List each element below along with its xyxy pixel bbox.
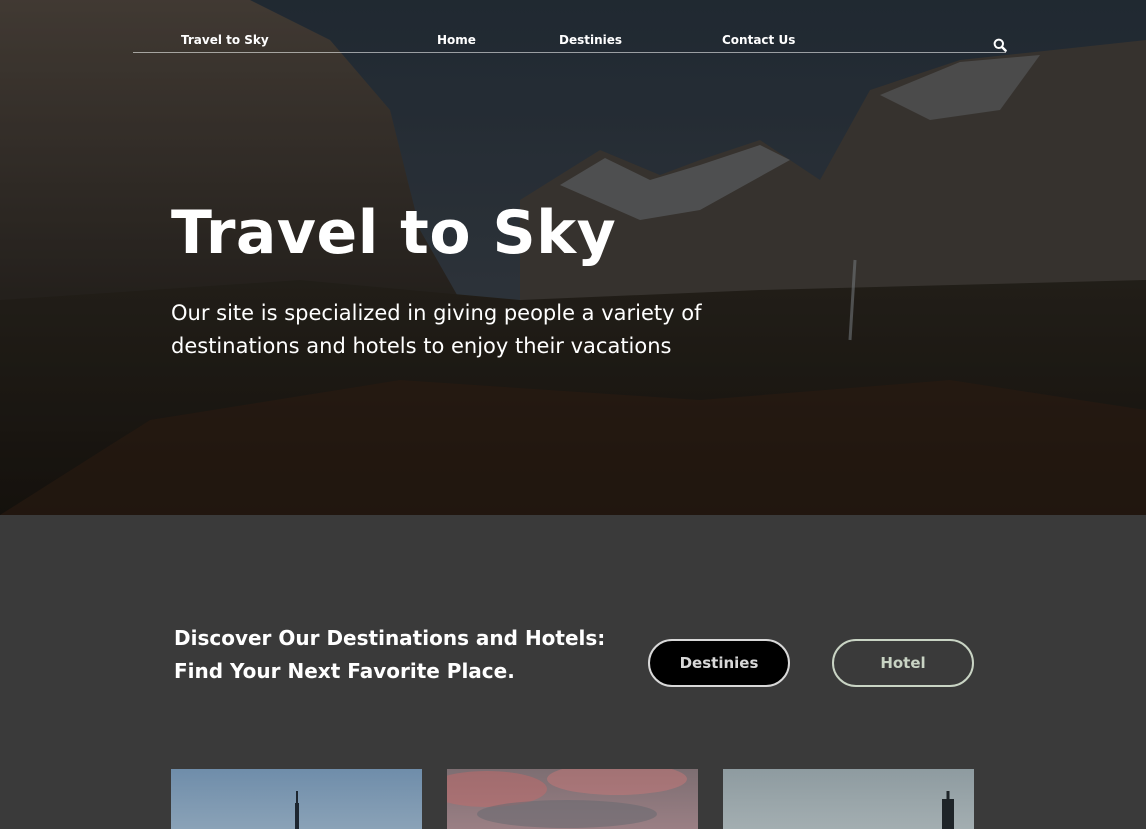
brand-link[interactable]: Travel to Sky xyxy=(181,33,269,47)
hotel-button[interactable]: Hotel xyxy=(832,639,974,687)
hero-subtitle: Our site is specialized in giving people… xyxy=(171,301,702,358)
top-navigation: Travel to Sky Home Destinies Contact Us xyxy=(133,0,1007,53)
card-image xyxy=(447,769,687,828)
card-image xyxy=(942,791,954,829)
nav-link-destinies[interactable]: Destinies xyxy=(559,33,622,47)
page: Travel to Sky Home Destinies Contact Us … xyxy=(0,0,1146,829)
destination-card[interactable] xyxy=(171,769,422,829)
search-icon[interactable] xyxy=(993,38,1007,52)
card-image xyxy=(295,791,299,829)
discover-heading: Discover Our Destinations and Hotels: Fi… xyxy=(174,626,606,683)
hero-title: Travel to Sky xyxy=(171,198,617,268)
nav-link-contact-us[interactable]: Contact Us xyxy=(722,33,795,47)
destination-card[interactable] xyxy=(723,769,974,829)
nav-link-home[interactable]: Home xyxy=(437,33,476,47)
hero-section: Travel to Sky Home Destinies Contact Us … xyxy=(0,0,1146,515)
destinies-button[interactable]: Destinies xyxy=(648,639,790,687)
destination-card[interactable] xyxy=(447,769,698,829)
